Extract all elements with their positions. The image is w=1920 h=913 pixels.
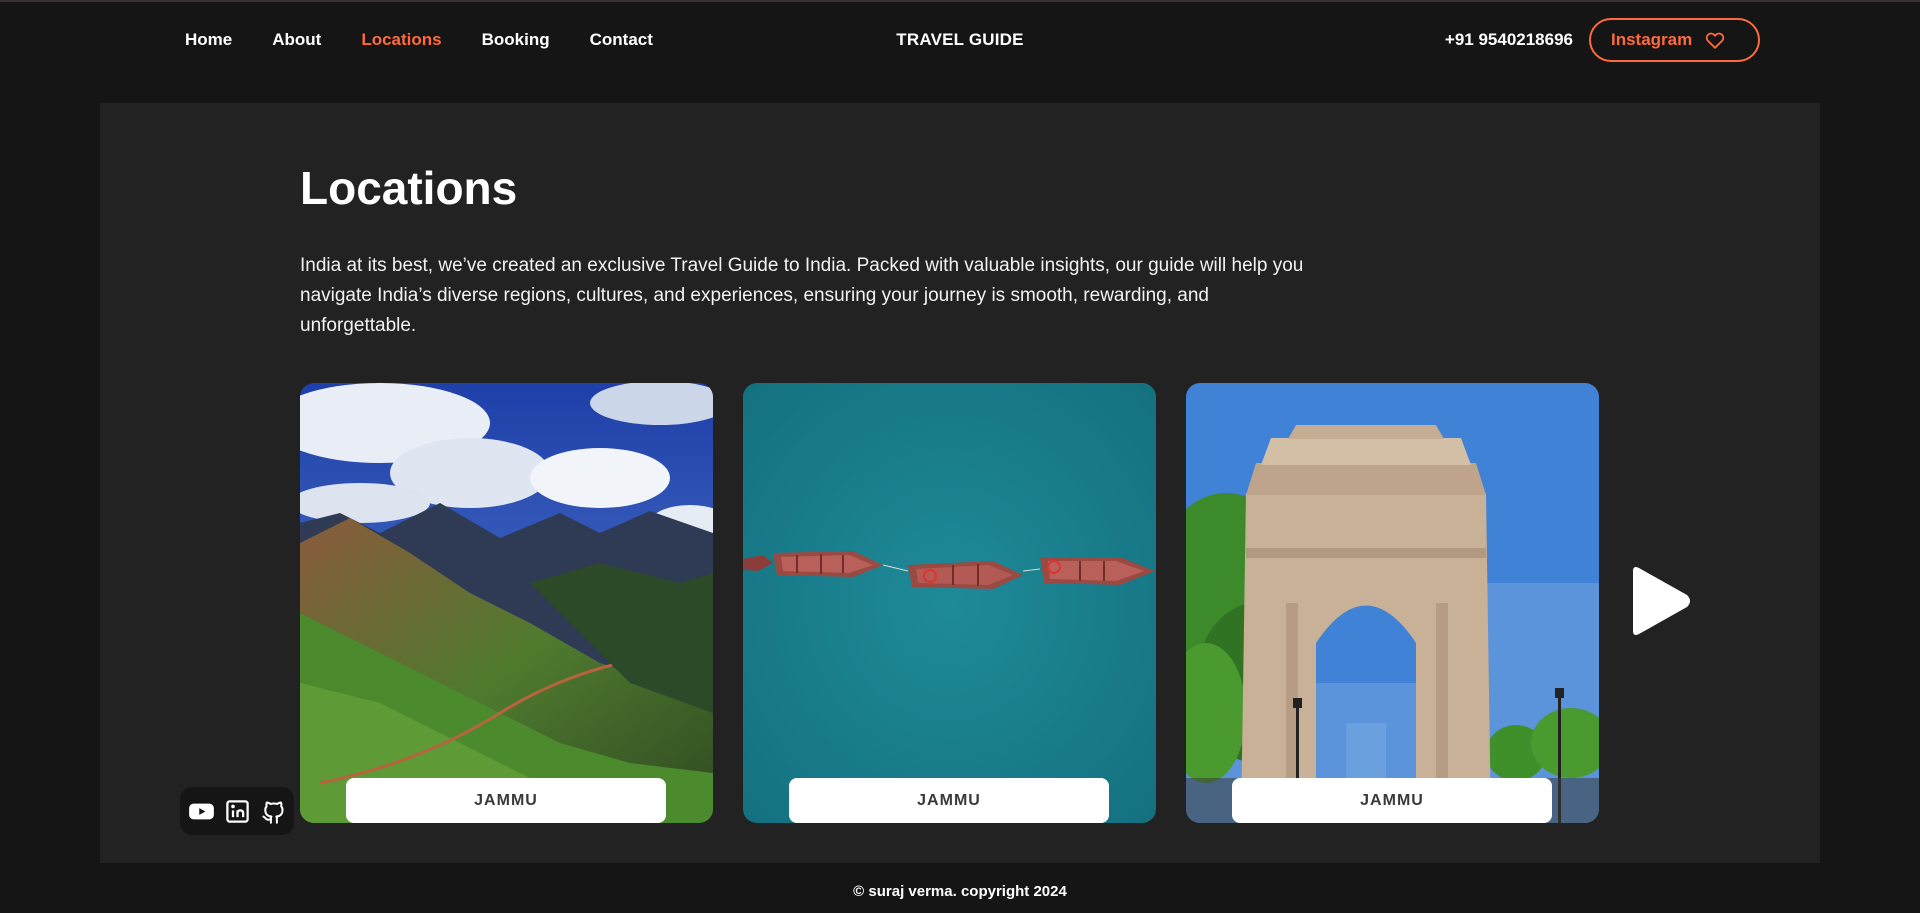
github-icon[interactable] (260, 798, 287, 825)
india-gate-photo (1186, 383, 1599, 823)
heart-icon (1706, 32, 1725, 49)
nav-link-locations[interactable]: Locations (361, 30, 441, 50)
card-label: JAMMU (1232, 778, 1552, 823)
location-card-2[interactable]: JAMMU (743, 383, 1156, 823)
nav-right: +91 9540218696 Instagram (1445, 2, 1760, 78)
social-links (180, 787, 294, 835)
location-card-1[interactable]: JAMMU (300, 383, 713, 823)
location-card-3[interactable]: JAMMU (1186, 383, 1599, 823)
nav-links: Home About Locations Booking Contact (185, 2, 693, 78)
instagram-button-label: Instagram (1611, 30, 1693, 49)
nav-link-contact[interactable]: Contact (590, 30, 653, 50)
youtube-icon[interactable] (188, 798, 215, 825)
brand-title[interactable]: TRAVEL GUIDE (896, 30, 1023, 50)
page-title: Locations (300, 162, 518, 214)
navbar: Home About Locations Booking Contact TRA… (0, 2, 1920, 78)
nav-link-about[interactable]: About (272, 30, 321, 50)
mountain-valley-photo (300, 383, 713, 823)
phone-number: +91 9540218696 (1444, 30, 1573, 49)
boats-on-lake-photo (743, 383, 1156, 823)
nav-link-home[interactable]: Home (185, 30, 232, 50)
card-label: JAMMU (346, 778, 666, 823)
footer: © suraj verma. copyright 2024 (0, 870, 1920, 913)
locations-panel: Locations India at its best, we’ve creat… (100, 103, 1820, 863)
location-cards: JAMMU JAMMU JAMMU (300, 383, 1599, 823)
nav-link-booking[interactable]: Booking (482, 30, 550, 50)
linkedin-icon[interactable] (224, 798, 251, 825)
card-label: JAMMU (789, 778, 1109, 823)
instagram-button[interactable]: Instagram (1589, 18, 1760, 62)
copyright-text: © suraj verma. copyright 2024 (853, 883, 1067, 900)
play-arrow-icon[interactable] (1625, 563, 1695, 639)
intro-text: India at its best, we’ve created an excl… (300, 255, 1304, 336)
